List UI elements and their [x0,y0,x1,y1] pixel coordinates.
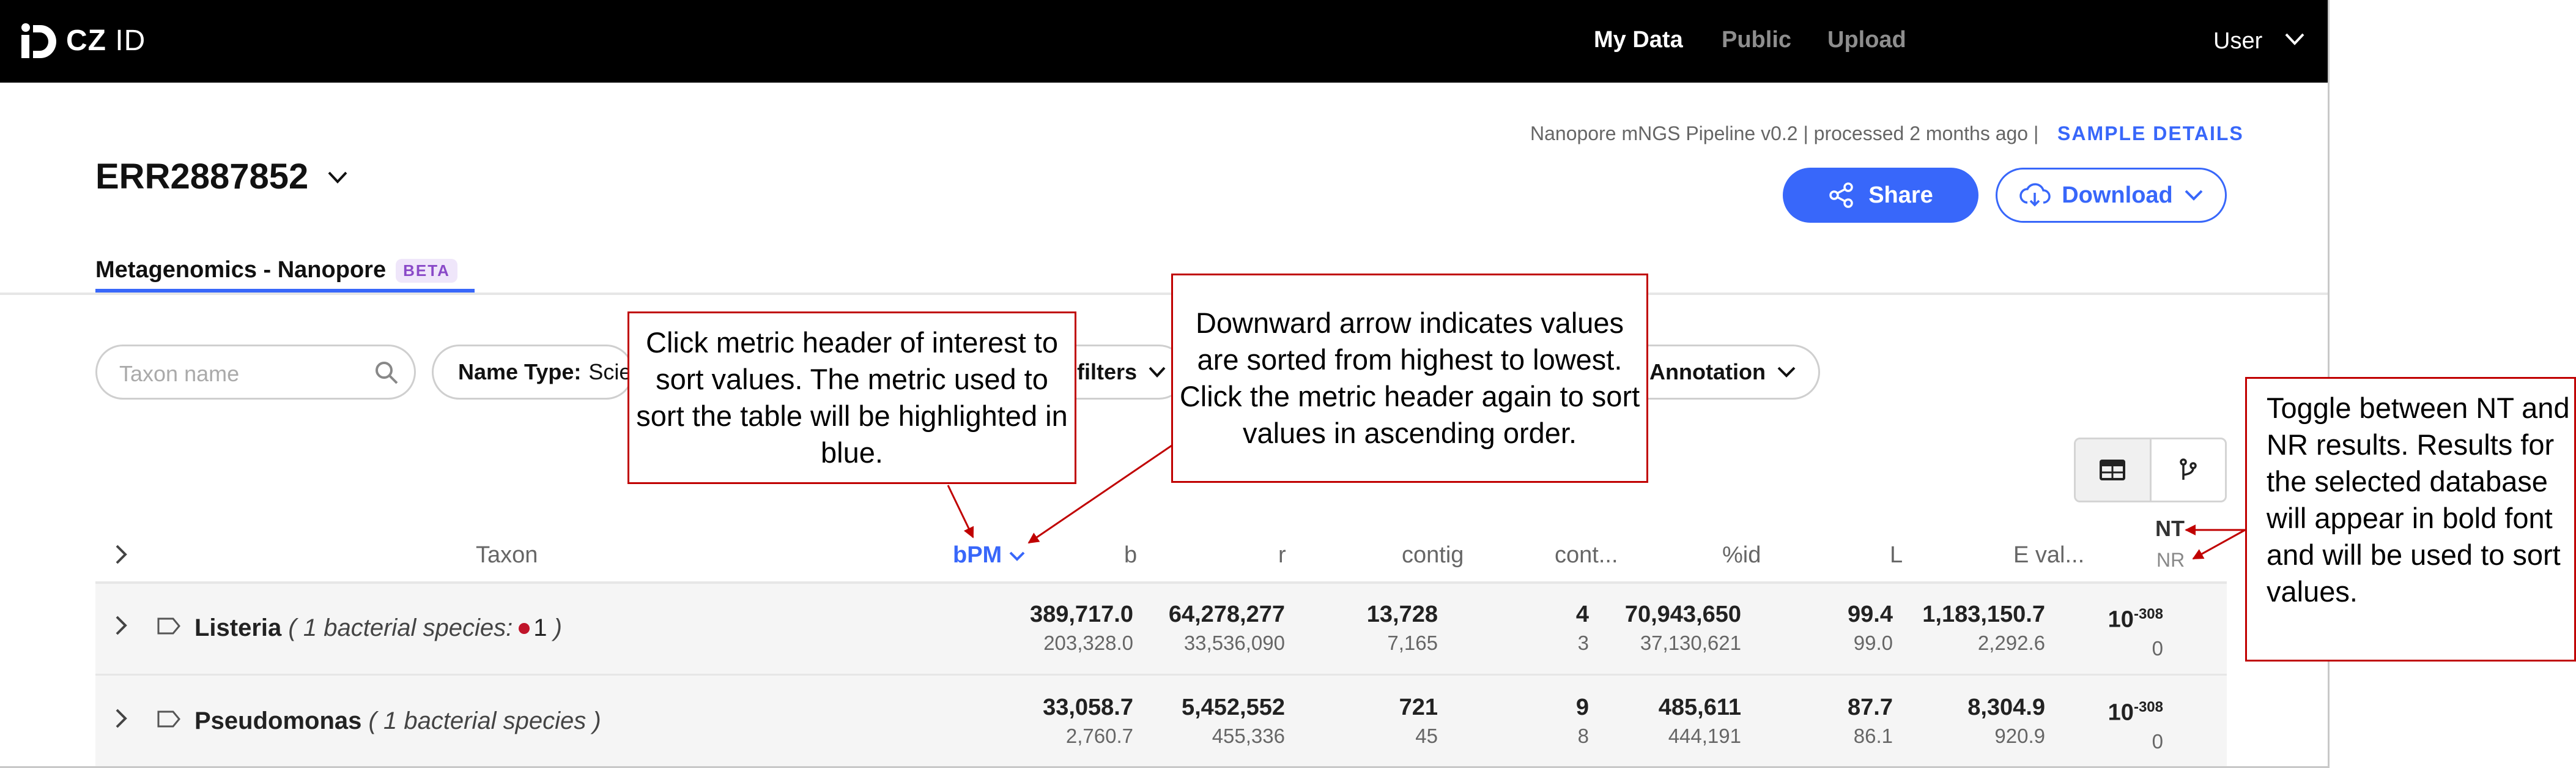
expand-all-chevron-icon[interactable] [114,543,128,565]
e-value-cell: 10-308 0 [2108,606,2163,660]
chevron-down-icon [2185,190,2203,201]
taxon-name-cell[interactable]: Pseudomonas ( 1 bacterial species ) [194,707,601,735]
bpm-cell: 389,717.0 203,328.0 [1029,602,1133,654]
column-header-r[interactable]: r [1278,542,1286,569]
annotation-tag-icon[interactable] [157,710,181,728]
column-header-taxon[interactable]: Taxon [476,542,538,569]
cloud-download-icon [2019,183,2051,207]
sort-descending-icon [1009,551,1025,561]
taxon-search-input[interactable]: Taxon name [95,345,416,400]
alignment-length-cell: 1,183,150.7 2,292.6 [1922,602,2045,654]
r-cell: 13,728 7,165 [1366,602,1438,654]
column-header-contig-b[interactable]: cont... [1555,542,1618,569]
annotation-tag-icon[interactable] [157,617,181,635]
table-row[interactable]: Listeria ( 1 bacterial species: 1 ) 389,7… [95,584,2227,676]
nav-my-data[interactable]: My Data [1594,27,1683,53]
column-header-contig[interactable]: contig [1402,542,1464,569]
column-header-alignment-length[interactable]: L [1890,542,1903,569]
chevron-down-icon [1149,367,1166,378]
b-cell: 64,278,277 33,536,090 [1168,602,1285,654]
b-cell: 5,452,552 455,336 [1181,695,1285,747]
percent-identity-cell: 87.7 86.1 [1848,695,1893,747]
tab-metagenomics-nanopore[interactable]: Metagenomics - Nanopore BETA [95,257,457,283]
expand-row-chevron-icon[interactable] [114,614,128,636]
download-button[interactable]: Download [1996,168,2227,223]
e-value-cell: 10-308 0 [2108,699,2163,753]
r-cell: 721 45 [1399,695,1438,747]
column-header-percent-identity[interactable]: %id [1722,542,1761,569]
search-icon [376,362,398,384]
beta-badge: BETA [396,259,457,283]
alignment-length-cell: 8,304.9 920.9 [1967,695,2045,747]
nr-toggle[interactable]: NR [2156,549,2185,572]
table-view-button[interactable] [2076,439,2152,501]
czid-logo[interactable]: CZ ID [18,17,146,64]
top-navigation-bar: CZ ID My Data Public Upload User [0,0,2328,83]
table-row[interactable]: Pseudomonas ( 1 bacterial species ) 33,0… [95,676,2227,766]
share-icon [1829,182,1853,208]
bpm-cell: 33,058.7 2,760.7 [1043,695,1133,747]
pathogen-flag-dot [519,623,530,635]
nt-toggle[interactable]: NT [2155,516,2185,542]
contig-b-cell: 70,943,650 37,130,621 [1624,602,1741,654]
tree-view-button[interactable] [2152,439,2226,501]
contig-b-cell: 485,611 444,191 [1658,695,1741,747]
column-header-e-value[interactable]: E val... [2013,542,2084,569]
callout-sort-direction: Downward arrow indicates values are sort… [1171,274,1648,483]
column-header-b[interactable]: b [1124,542,1137,569]
pipeline-info: Nanopore mNGS Pipeline v0.2 | processed … [1530,122,2039,144]
app-window: CZ ID My Data Public Upload User Nanopor… [0,0,2330,768]
user-menu[interactable]: User [2213,28,2262,54]
callout-nt-nr-toggle: Toggle between NT and NR results. Result… [2245,377,2576,662]
tab-divider [0,293,2328,295]
nav-upload[interactable]: Upload [1827,27,1906,53]
share-button[interactable]: Share [1783,168,1978,223]
callout-sort-by-metric: Click metric header of interest to sort … [627,311,1076,484]
search-placeholder: Taxon name [119,361,240,386]
chevron-down-icon[interactable] [2284,32,2305,47]
chevron-down-icon [1777,367,1796,378]
view-toggle [2074,438,2227,502]
table-icon [2100,460,2126,480]
name-type-dropdown[interactable]: Name Type: Scie [432,345,634,400]
column-header-bpm[interactable]: bPM [953,542,1026,569]
taxon-name-cell[interactable]: Listeria ( 1 bacterial species: 1 ) [194,614,562,642]
czid-logo-icon [21,23,56,58]
percent-identity-cell: 99.4 99.0 [1848,602,1893,654]
nav-public[interactable]: Public [1722,27,1791,53]
sample-name[interactable]: ERR2887852 [95,156,308,197]
tree-icon [2180,458,2197,480]
contig-cell: 98 [1575,695,1589,747]
sample-details-link[interactable]: SAMPLE DETAILS [2057,122,2244,145]
expand-row-chevron-icon[interactable] [114,707,128,729]
contig-cell: 43 [1575,602,1589,654]
chevron-down-icon[interactable] [327,170,349,185]
